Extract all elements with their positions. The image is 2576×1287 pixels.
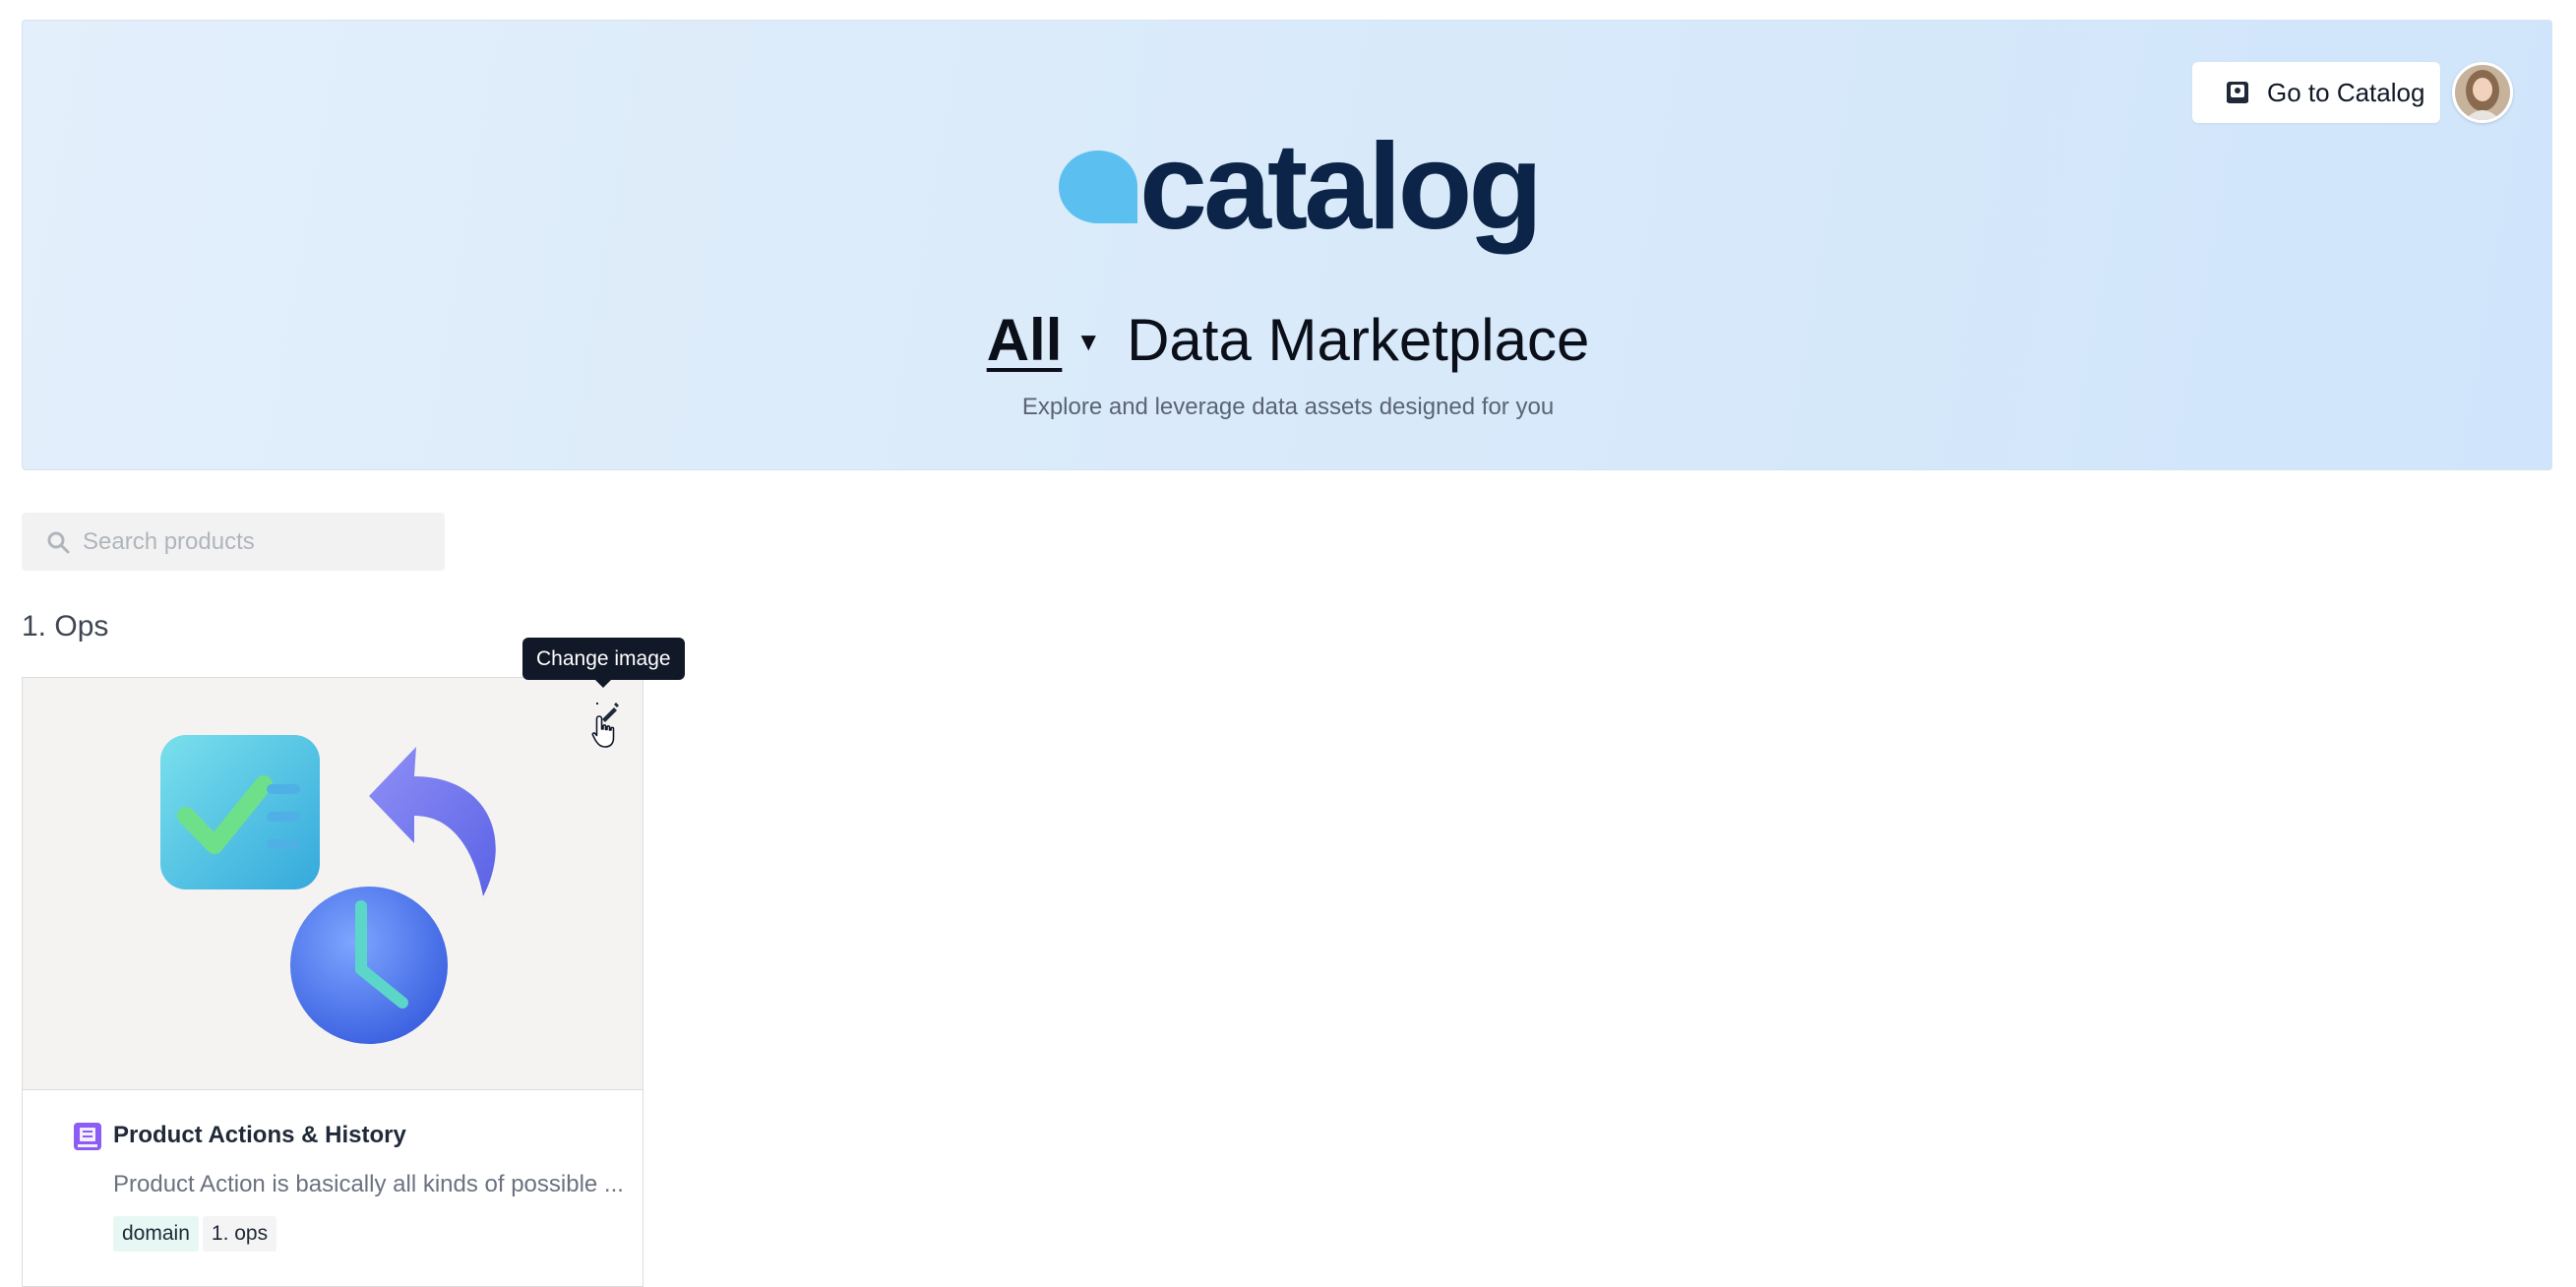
logo-wordmark: catalog — [1139, 119, 1543, 255]
tag-value[interactable]: 1. ops — [202, 1216, 277, 1252]
logo-bubble-icon — [1059, 151, 1137, 223]
go-to-catalog-button[interactable]: Go to Catalog — [2192, 62, 2440, 123]
change-image-tooltip: Change image — [522, 638, 685, 688]
search-bar[interactable] — [22, 513, 445, 571]
user-avatar[interactable] — [2452, 62, 2513, 123]
product-illustration — [160, 735, 496, 1044]
catalog-logo: catalog — [1055, 119, 1543, 259]
data-product-book-icon — [72, 1121, 103, 1152]
marketplace-title: Data Marketplace — [1127, 306, 1590, 373]
product-description: Product Action is basically all kinds of… — [113, 1171, 624, 1197]
page-title: All ▼ Data Marketplace — [0, 295, 2576, 384]
product-card[interactable]: Product Actions & History Product Action… — [22, 677, 644, 1287]
book-icon — [2224, 79, 2251, 106]
scope-dropdown-label: All — [986, 306, 1063, 373]
pointer-cursor-icon — [591, 715, 615, 748]
caret-down-icon: ▼ — [1075, 326, 1102, 356]
search-icon — [45, 529, 71, 555]
go-to-catalog-label: Go to Catalog — [2267, 77, 2425, 107]
search-input[interactable] — [81, 526, 439, 557]
product-title[interactable]: Product Actions & History — [113, 1122, 406, 1149]
section-title: 1. Ops — [22, 610, 109, 643]
page-subtitle: Explore and leverage data assets designe… — [1021, 394, 1555, 420]
product-card-image — [23, 678, 643, 1090]
scope-dropdown[interactable]: All ▼ — [987, 306, 1101, 374]
product-tags: domain 1. ops — [113, 1216, 277, 1252]
tag-key[interactable]: domain — [113, 1216, 199, 1252]
